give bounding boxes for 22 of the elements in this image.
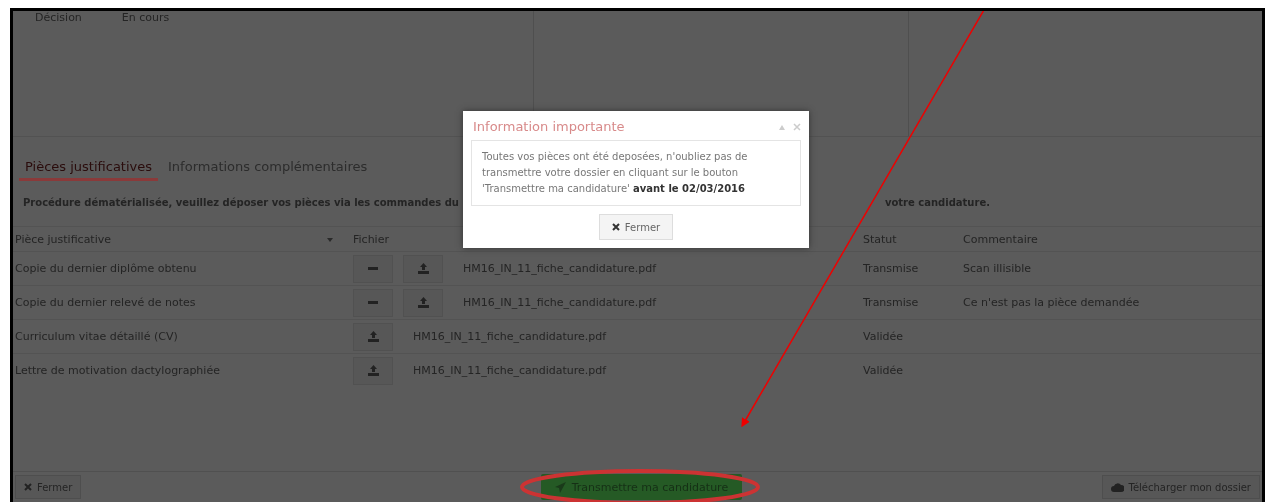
tab[interactable]: Pièces justificatives [19,157,159,181]
upload-icon [367,331,379,342]
upload-icon [417,297,429,308]
cloud-icon [1110,482,1124,492]
sort-caret-icon[interactable] [327,237,333,242]
close-icon [611,223,620,231]
upload-button[interactable] [403,288,443,317]
send-icon [554,481,566,493]
close-icon [24,483,32,491]
delete-button[interactable] [353,254,393,283]
upload-button[interactable] [353,356,393,385]
upload-button[interactable] [403,254,443,283]
upload-button[interactable] [353,322,393,351]
minus-icon [368,300,378,305]
minus-icon [368,266,378,271]
dialog-message: Toutes vos pièces ont été deposées, n'oubliez pas de transmettre votre dossier en cliquant sur le bouton 'Transmettre ma candidature' avant le 02/03/2016 [482,150,749,196]
window-controls-icon[interactable] [777,122,801,131]
delete-button[interactable] [353,288,393,317]
upload-icon [417,263,429,274]
dialog-title: Information importante [473,119,625,134]
upload-icon [367,365,379,376]
close-button[interactable]: Fermer [598,214,674,240]
